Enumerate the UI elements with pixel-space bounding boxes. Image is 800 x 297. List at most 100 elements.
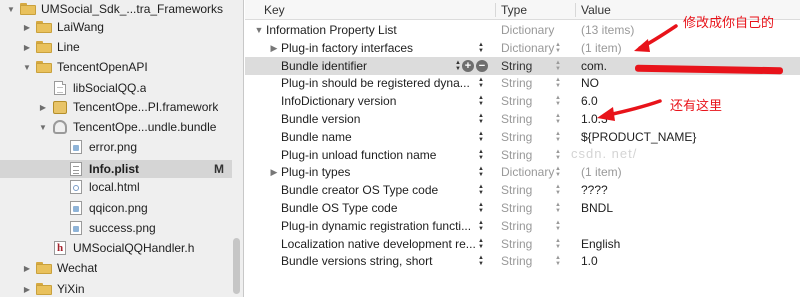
plist-value[interactable]: (1 item)	[581, 163, 622, 181]
plist-row[interactable]: Bundle versions string, short ▲ ▼ String ▲ ▼ 1…	[245, 252, 800, 270]
disclosure-open-icon[interactable]: ▼	[22, 62, 32, 72]
disclosure-closed-icon[interactable]: ▶	[22, 22, 32, 32]
type-stepper-icon[interactable]: ▲ ▼	[554, 40, 562, 56]
plist-type[interactable]: Dictionary	[501, 21, 554, 39]
navigator-item[interactable]: local.html	[0, 178, 232, 196]
header-key[interactable]: Key	[258, 0, 285, 20]
plist-key[interactable]: Information Property List	[266, 21, 488, 39]
navigator-item[interactable]: ▼ UMSocial_Sdk_...tra_Frameworks	[0, 0, 232, 18]
type-stepper-icon[interactable]: ▲ ▼	[554, 182, 562, 198]
plist-type[interactable]: String	[501, 181, 532, 199]
plist-value[interactable]: (1 item)	[581, 39, 622, 57]
navigator-item[interactable]: error.png	[0, 138, 232, 156]
add-row-icon[interactable]: +	[462, 59, 474, 72]
navigator-item[interactable]: qqicon.png	[0, 199, 232, 217]
navigator-item[interactable]: ▶ Wechat	[0, 259, 232, 277]
key-stepper-icon[interactable]: ▲ ▼	[477, 93, 485, 109]
key-stepper-icon[interactable]: ▲ ▼	[454, 58, 462, 74]
plist-key[interactable]: Localization native development re...	[281, 235, 488, 253]
plist-value[interactable]: BNDL	[581, 199, 613, 217]
plist-key[interactable]: Plug-in dynamic registration functi...	[281, 217, 488, 235]
disclosure-closed-icon[interactable]: ▶	[22, 42, 32, 52]
plist-value[interactable]: com.	[581, 57, 607, 75]
key-stepper-icon[interactable]: ▲ ▼	[477, 111, 485, 127]
type-stepper-icon[interactable]: ▲ ▼	[554, 164, 562, 180]
key-stepper-icon[interactable]: ▲ ▼	[477, 236, 485, 252]
plist-row[interactable]: Plug-in unload function name ▲ ▼ String ▲ ▼	[245, 146, 800, 164]
key-stepper-icon[interactable]: ▲ ▼	[477, 129, 485, 145]
key-stepper-icon[interactable]: ▲ ▼	[477, 147, 485, 163]
key-stepper-icon[interactable]: ▲ ▼	[477, 253, 485, 269]
header-value[interactable]: Value	[575, 0, 611, 20]
plist-key[interactable]: Bundle OS Type code	[281, 199, 488, 217]
type-stepper-icon[interactable]: ▲ ▼	[554, 200, 562, 216]
navigator-item[interactable]: success.png	[0, 219, 232, 237]
plist-type[interactable]: String	[501, 199, 532, 217]
plist-type[interactable]: String	[501, 146, 532, 164]
plist-type[interactable]: String	[501, 74, 532, 92]
plist-type[interactable]: Dictionary	[501, 163, 554, 181]
navigator-item[interactable]: h UMSocialQQHandler.h	[0, 239, 232, 257]
key-stepper-icon[interactable]: ▲ ▼	[477, 200, 485, 216]
disclosure-open-icon[interactable]: ▼	[38, 122, 48, 132]
disclosure-closed-icon[interactable]: ▶	[38, 102, 48, 112]
disclosure-open-icon[interactable]: ▼	[254, 21, 264, 39]
plist-row[interactable]: Bundle name ▲ ▼ String ▲ ▼ ${PRODUCT_NAME}	[245, 128, 800, 146]
plist-row[interactable]: ▶ Plug-in factory interfaces ▲ ▼ Dictionary ▲…	[245, 39, 800, 57]
type-stepper-icon[interactable]: ▲ ▼	[554, 93, 562, 109]
plist-value[interactable]: 1.0	[581, 252, 598, 270]
type-stepper-icon[interactable]: ▲ ▼	[554, 129, 562, 145]
key-stepper-icon[interactable]: ▲ ▼	[477, 164, 485, 180]
disclosure-closed-icon[interactable]: ▶	[269, 163, 279, 181]
key-stepper-icon[interactable]: ▲ ▼	[477, 182, 485, 198]
navigator-item[interactable]: ▶ TencentOpe...PI.framework	[0, 98, 232, 116]
plist-row[interactable]: ▶ Plug-in types ▲ ▼ Dictionary ▲ ▼ (1 item)	[245, 163, 800, 181]
plist-type[interactable]: String	[501, 235, 532, 253]
plist-row[interactable]: Plug-in dynamic registration functi... ▲ ▼…	[245, 217, 800, 235]
plist-type[interactable]: String	[501, 110, 532, 128]
plist-key[interactable]: InfoDictionary version	[281, 92, 488, 110]
plist-row[interactable]: Plug-in should be registered dyna... ▲ ▼ St…	[245, 74, 800, 92]
plist-type[interactable]: Dictionary	[501, 39, 554, 57]
navigator-item[interactable]: ▶ LaiWang	[0, 18, 232, 36]
navigator-scrollbar[interactable]	[233, 238, 240, 294]
navigator-item[interactable]: ▼ TencentOpenAPI	[0, 58, 232, 76]
plist-key[interactable]: Bundle version	[281, 110, 488, 128]
type-stepper-icon[interactable]: ▲ ▼	[554, 58, 562, 74]
type-stepper-icon[interactable]: ▲ ▼	[554, 111, 562, 127]
plist-key[interactable]: Plug-in should be registered dyna...	[281, 74, 488, 92]
plist-type[interactable]: String	[501, 92, 532, 110]
remove-row-icon[interactable]: −	[476, 59, 488, 72]
header-type[interactable]: Type	[495, 0, 527, 20]
plist-key[interactable]: Plug-in factory interfaces	[281, 39, 488, 57]
plist-key[interactable]: Bundle versions string, short	[281, 252, 488, 270]
type-stepper-icon[interactable]: ▲ ▼	[554, 147, 562, 163]
plist-value[interactable]: English	[581, 235, 620, 253]
plist-value[interactable]: NO	[581, 74, 599, 92]
plist-type[interactable]: String	[501, 128, 532, 146]
plist-key[interactable]: Plug-in types	[281, 163, 488, 181]
plist-value[interactable]: ${PRODUCT_NAME}	[581, 128, 696, 146]
plist-value[interactable]: ????	[581, 181, 608, 199]
plist-key[interactable]: Bundle name	[281, 128, 488, 146]
plist-row[interactable]: Bundle creator OS Type code ▲ ▼ String ▲ ▼???…	[245, 181, 800, 199]
type-stepper-icon[interactable]: ▲ ▼	[554, 253, 562, 269]
type-stepper-icon[interactable]: ▲ ▼	[554, 218, 562, 234]
plist-key[interactable]: Bundle creator OS Type code	[281, 181, 488, 199]
navigator-item[interactable]: ▼ TencentOpe...undle.bundle	[0, 118, 232, 136]
disclosure-closed-icon[interactable]: ▶	[22, 263, 32, 273]
plist-row[interactable]: Localization native development re... ▲ ▼ S…	[245, 235, 800, 253]
disclosure-open-icon[interactable]: ▼	[6, 4, 16, 14]
type-stepper-icon[interactable]: ▲ ▼	[554, 236, 562, 252]
plist-type[interactable]: String	[501, 217, 532, 235]
disclosure-closed-icon[interactable]: ▶	[269, 39, 279, 57]
navigator-item[interactable]: ▶ Line	[0, 38, 232, 56]
key-stepper-icon[interactable]: ▲ ▼	[477, 218, 485, 234]
disclosure-closed-icon[interactable]: ▶	[22, 284, 32, 294]
plist-value[interactable]: (13 items)	[581, 21, 634, 39]
navigator-item[interactable]: Info.plist M	[0, 160, 232, 178]
plist-key[interactable]: Bundle identifier	[281, 57, 451, 75]
navigator-item[interactable]: ▶ YiXin	[0, 280, 232, 297]
key-stepper-icon[interactable]: ▲ ▼	[477, 75, 485, 91]
navigator-item[interactable]: libSocialQQ.a	[0, 79, 232, 97]
